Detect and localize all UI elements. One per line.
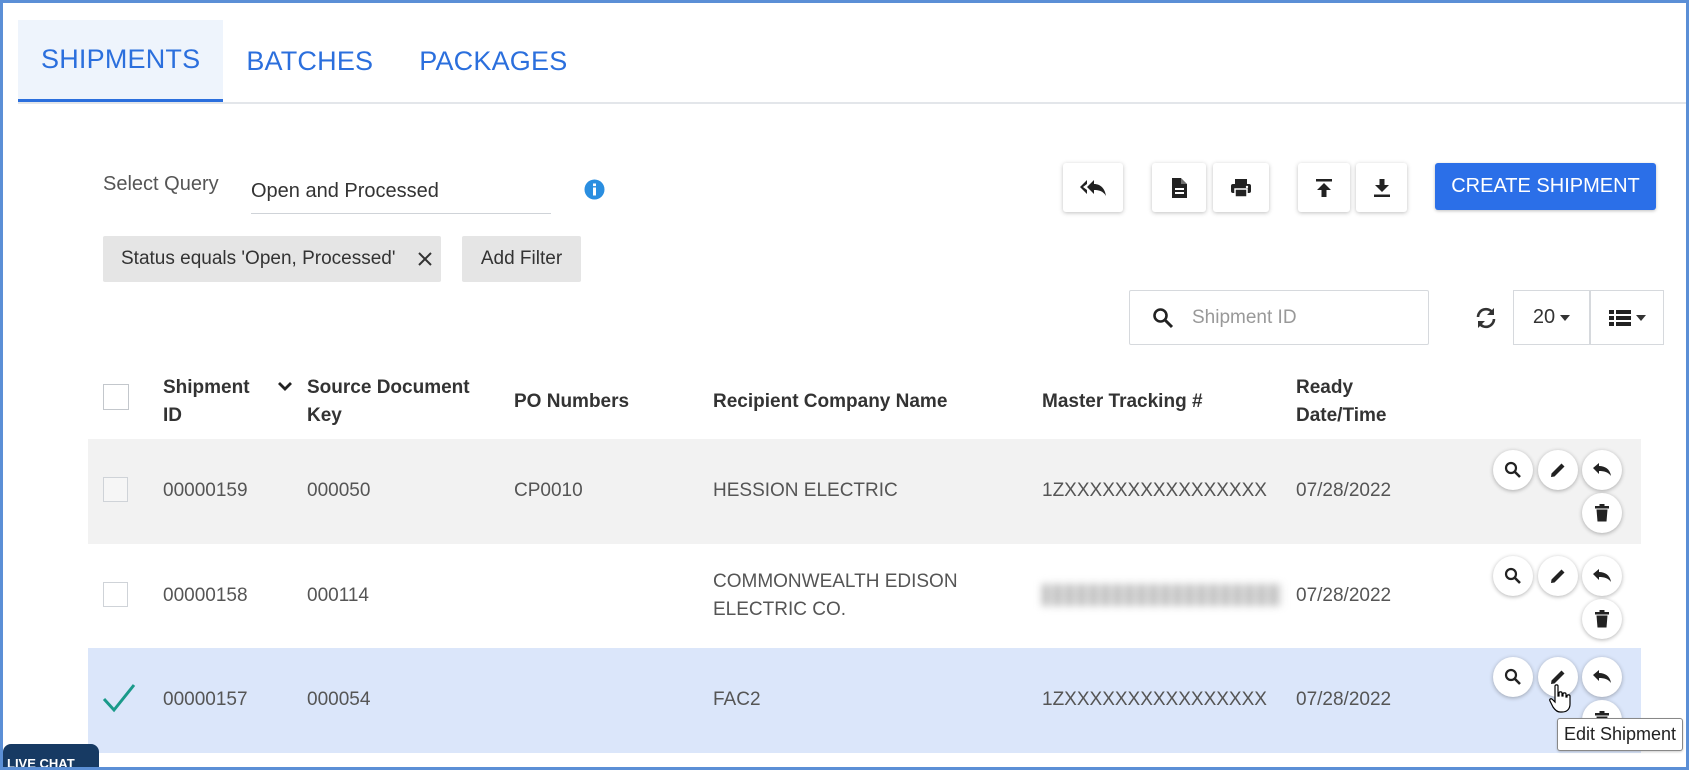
chevron-down-icon <box>1635 314 1646 321</box>
undo-icon <box>1593 463 1611 476</box>
refresh-icon[interactable] <box>1474 306 1498 330</box>
view-button[interactable] <box>1493 556 1533 596</box>
column-header-tracking[interactable]: Master Tracking # <box>1042 388 1203 416</box>
source-key-cell: 000054 <box>307 689 371 710</box>
undo-button[interactable] <box>1582 657 1622 697</box>
row-checkbox[interactable] <box>103 582 128 607</box>
tab-shipments[interactable]: SHIPMENTS <box>18 20 224 102</box>
document-button[interactable] <box>1152 163 1206 212</box>
ready-date-cell: 07/28/2022 <box>1296 689 1392 710</box>
select-query-label: Select Query <box>103 173 219 195</box>
pencil-icon <box>1551 569 1565 583</box>
query-select[interactable]: Open and Processed <box>251 172 551 214</box>
download-icon <box>1373 178 1390 197</box>
search-icon <box>1504 461 1521 478</box>
delete-button[interactable] <box>1582 493 1622 533</box>
tab-packages[interactable]: PACKAGES <box>396 20 590 102</box>
shipment-id-cell: 00000159 <box>163 480 248 501</box>
print-icon <box>1231 178 1251 198</box>
column-header-recipient[interactable]: Recipient Company Name <box>713 388 947 416</box>
download-button[interactable] <box>1356 163 1407 212</box>
shipment-id-cell: 00000157 <box>163 689 248 710</box>
upload-button[interactable] <box>1298 163 1350 212</box>
checkmark-icon[interactable] <box>102 683 136 713</box>
page-size-value: 20 <box>1532 306 1556 328</box>
list-view-dropdown[interactable] <box>1590 290 1664 345</box>
source-key-cell: 000114 <box>307 585 369 606</box>
undo-button[interactable] <box>1582 450 1622 490</box>
search-icon <box>1504 567 1521 584</box>
trash-icon <box>1595 504 1609 522</box>
edit-button[interactable] <box>1538 450 1578 490</box>
undo-icon <box>1593 670 1611 683</box>
shipment-id-cell: 00000158 <box>163 585 248 606</box>
column-header-shipment-id[interactable]: Shipment ID <box>163 374 250 430</box>
column-header-ready-date[interactable]: Ready Date/Time <box>1296 374 1386 430</box>
reply-all-button[interactable] <box>1063 163 1123 212</box>
filter-chip: Status equals 'Open, Processed' <box>103 236 441 282</box>
source-key-cell: 000050 <box>307 480 371 501</box>
column-header-source-key[interactable]: Source Document Key <box>307 374 470 430</box>
table-row[interactable]: 00000158 000114 COMMONWEALTH EDISON ELECT… <box>88 544 1641 649</box>
page-size-dropdown[interactable]: 20 <box>1513 290 1590 345</box>
column-header-po-numbers[interactable]: PO Numbers <box>514 388 629 416</box>
sort-chevron-icon[interactable] <box>277 381 293 393</box>
info-icon[interactable] <box>584 179 605 200</box>
tracking-cell: 1ZXXXXXXXXXXXXXXXX <box>1042 480 1267 501</box>
reply-all-icon <box>1080 179 1106 196</box>
edit-button[interactable] <box>1538 556 1578 596</box>
tab-bar: SHIPMENTS BATCHES PACKAGES <box>18 20 1688 104</box>
hand-cursor-icon <box>1549 684 1571 713</box>
undo-button[interactable] <box>1582 556 1622 596</box>
search-icon <box>1504 668 1521 685</box>
tracking-cell: 1ZXXXXXXXXXXXXXXXX <box>1042 689 1267 710</box>
undo-icon <box>1593 569 1611 582</box>
recipient-cell: FAC2 <box>713 689 761 710</box>
search-icon <box>1153 308 1174 329</box>
list-icon <box>1608 309 1631 326</box>
table-row[interactable]: 00000159 000050 CP0010 HESSION ELECTRIC … <box>88 439 1641 544</box>
tracking-cell-redacted <box>1042 584 1282 606</box>
upload-icon <box>1316 178 1332 197</box>
trash-icon <box>1595 610 1609 628</box>
row-checkbox[interactable] <box>103 477 128 502</box>
search-box <box>1129 290 1429 345</box>
po-numbers-cell: CP0010 <box>514 480 583 501</box>
tab-batches[interactable]: BATCHES <box>223 20 396 102</box>
edit-shipment-tooltip: Edit Shipment <box>1557 718 1684 751</box>
ready-date-cell: 07/28/2022 <box>1296 480 1392 501</box>
delete-button[interactable] <box>1582 599 1622 639</box>
select-all-checkbox[interactable] <box>103 384 129 410</box>
close-icon[interactable] <box>414 248 436 270</box>
pencil-icon <box>1551 463 1565 477</box>
recipient-cell: HESSION ELECTRIC <box>713 480 898 501</box>
table-row-selected[interactable]: 00000157 000054 FAC2 1ZXXXXXXXXXXXXXXXX … <box>88 648 1641 753</box>
search-input[interactable] <box>1192 301 1412 335</box>
document-icon <box>1172 177 1187 198</box>
view-button[interactable] <box>1493 657 1533 697</box>
chevron-down-icon <box>1560 314 1571 321</box>
live-chat-button[interactable]: LIVE CHAT <box>3 744 99 770</box>
ready-date-cell: 07/28/2022 <box>1296 585 1392 606</box>
create-shipment-button[interactable]: CREATE SHIPMENT <box>1435 163 1656 210</box>
recipient-cell: COMMONWEALTH EDISON ELECTRIC CO. <box>713 571 958 620</box>
view-button[interactable] <box>1493 450 1533 490</box>
filter-chip-label: Status equals 'Open, Processed' <box>121 248 396 269</box>
add-filter-button[interactable]: Add Filter <box>462 236 581 282</box>
print-button[interactable] <box>1213 163 1269 212</box>
